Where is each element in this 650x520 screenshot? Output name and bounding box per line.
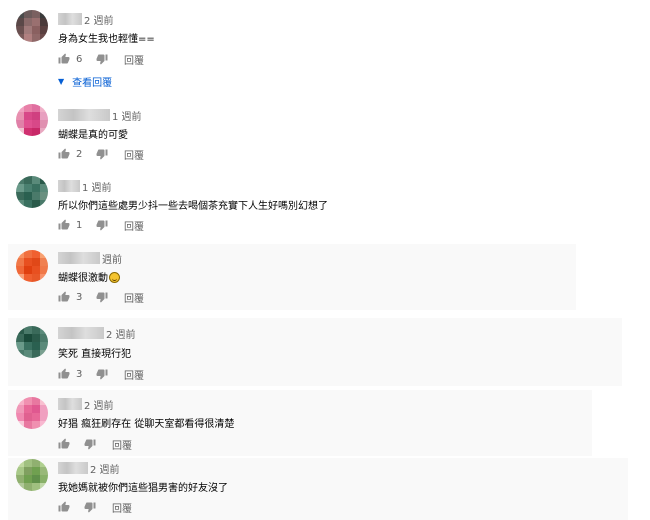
- thumb-up-icon[interactable]: [58, 53, 70, 65]
- comment-meta: 1 週前: [58, 108, 142, 123]
- thumb-down-icon[interactable]: [96, 148, 108, 160]
- reply-button[interactable]: 回覆: [124, 367, 144, 382]
- comment-actions: 回覆: [58, 500, 132, 515]
- author-name-blurred[interactable]: [58, 109, 110, 121]
- comment-actions: 3 回覆: [58, 290, 144, 305]
- comment-actions: 2 回覆: [58, 147, 144, 162]
- like-count: 3: [76, 368, 83, 380]
- thumb-up-icon[interactable]: [58, 368, 70, 380]
- comment-text: 身為女生我也輕懂==: [58, 34, 155, 45]
- comment-meta: 1 週前: [58, 179, 112, 194]
- thumb-down-icon[interactable]: [96, 219, 108, 231]
- reply-button[interactable]: 回覆: [124, 52, 144, 67]
- comment-time: 2 週前: [106, 329, 136, 341]
- comment-time: 2 週前: [90, 464, 120, 476]
- comment-text: 蝴蝶很激動: [58, 269, 120, 284]
- comment-text: 好猖 瘋狂刷存在 從聊天室都看得很清楚: [58, 419, 235, 430]
- comment-actions: 3 回覆: [58, 367, 144, 382]
- author-name-blurred[interactable]: [58, 180, 80, 192]
- caret-down-icon: ▼: [58, 77, 65, 86]
- thumb-down-icon[interactable]: [96, 368, 108, 380]
- comment-actions: 6 回覆: [58, 52, 144, 67]
- comment-actions: 回覆: [58, 437, 132, 452]
- author-name-blurred[interactable]: [58, 327, 104, 339]
- author-name-blurred[interactable]: [58, 252, 100, 264]
- thumb-down-icon[interactable]: [84, 438, 96, 450]
- reply-button[interactable]: 回覆: [124, 218, 144, 233]
- comment-text: 蝴蝶是真的可愛: [58, 130, 128, 141]
- like-count: 2: [76, 148, 83, 160]
- comment-meta: 週前: [58, 251, 122, 266]
- comment-actions: 1 回覆: [58, 218, 144, 233]
- comment-time: 週前: [102, 254, 122, 266]
- thumb-down-icon[interactable]: [96, 291, 108, 303]
- avatar[interactable]: [16, 104, 48, 136]
- thumb-down-icon[interactable]: [96, 53, 108, 65]
- comment-text: 所以你們這些處男少抖一些去喝個茶充實下人生好嗎別幻想了: [58, 201, 328, 212]
- comment-time: 1 週前: [112, 111, 142, 123]
- comment-text: 我她媽就被你們這些猖男害的好友沒了: [58, 483, 228, 494]
- comment-meta: 2 週前: [58, 326, 136, 341]
- view-replies-label: 查看回覆: [72, 78, 113, 89]
- comment-text-content: 蝴蝶很激動: [58, 273, 108, 284]
- avatar[interactable]: [16, 326, 48, 358]
- comment-time: 1 週前: [82, 182, 112, 194]
- avatar[interactable]: [16, 250, 48, 282]
- comment-text: 笑死 直接現行犯: [58, 349, 132, 360]
- author-name-blurred[interactable]: [58, 462, 88, 474]
- author-name-blurred[interactable]: [58, 398, 82, 410]
- avatar[interactable]: [16, 397, 48, 429]
- comment-meta: 2 週前: [58, 397, 114, 412]
- view-replies-button[interactable]: ▼ 查看回覆: [58, 74, 112, 89]
- thumb-up-icon[interactable]: [58, 501, 70, 513]
- comment-time: 2 週前: [84, 400, 114, 412]
- like-count: 3: [76, 291, 83, 303]
- thumb-up-icon[interactable]: [58, 438, 70, 450]
- thumb-up-icon[interactable]: [58, 219, 70, 231]
- reply-button[interactable]: 回覆: [124, 290, 144, 305]
- avatar[interactable]: [16, 459, 48, 491]
- avatar[interactable]: [16, 10, 48, 42]
- thumb-down-icon[interactable]: [84, 501, 96, 513]
- comment-meta: 2 週前: [58, 12, 114, 27]
- grin-emoji-icon: [109, 272, 120, 283]
- reply-button[interactable]: 回覆: [124, 147, 144, 162]
- reply-button[interactable]: 回覆: [112, 437, 132, 452]
- like-count: 1: [76, 219, 83, 231]
- comment-time: 2 週前: [84, 15, 114, 27]
- reply-button[interactable]: 回覆: [112, 500, 132, 515]
- thumb-up-icon[interactable]: [58, 291, 70, 303]
- thumb-up-icon[interactable]: [58, 148, 70, 160]
- comment-meta: 2 週前: [58, 461, 120, 476]
- author-name-blurred[interactable]: [58, 13, 82, 25]
- avatar[interactable]: [16, 176, 48, 208]
- like-count: 6: [76, 53, 83, 65]
